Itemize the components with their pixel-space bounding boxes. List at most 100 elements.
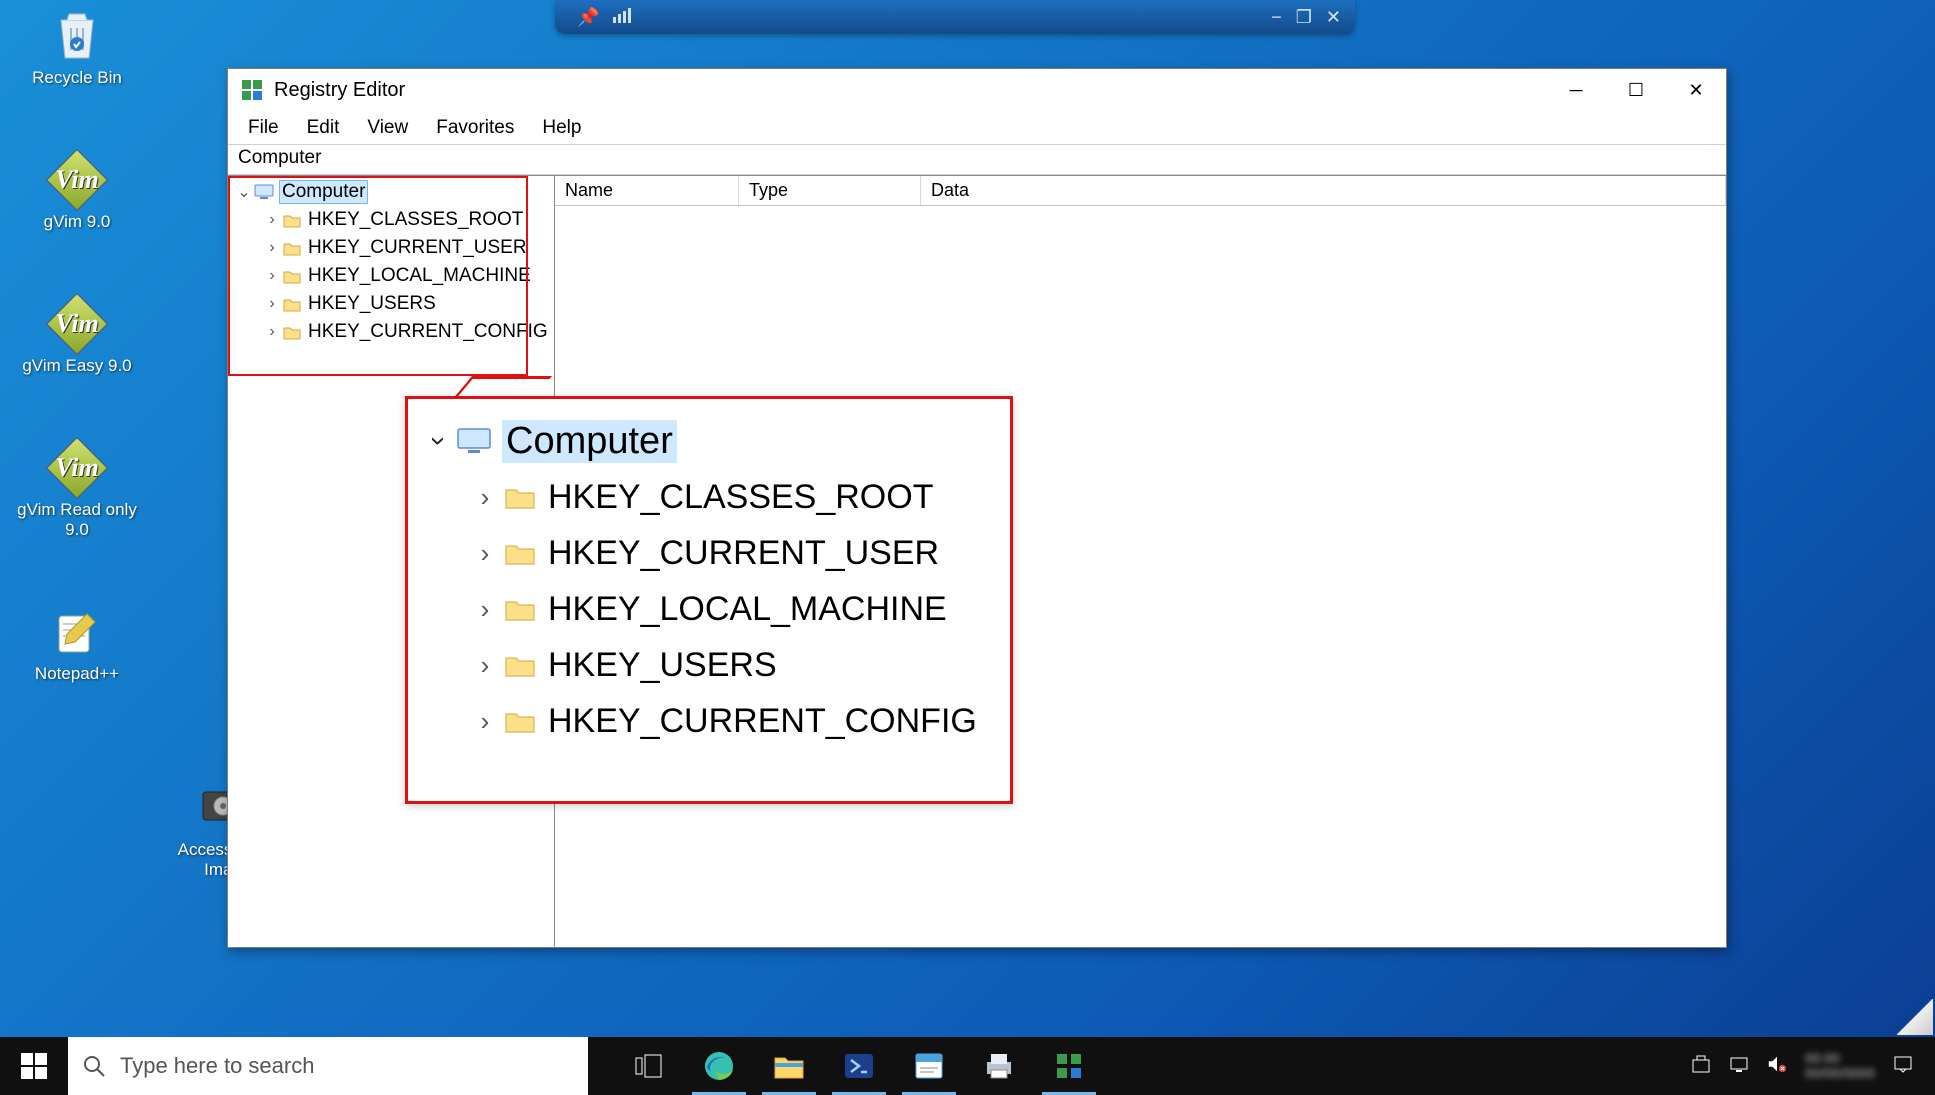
taskbar-app-edge[interactable]: [684, 1037, 754, 1095]
computer-icon: [254, 182, 274, 202]
window-title: Registry Editor: [274, 79, 405, 102]
taskbar-app-explorer[interactable]: [754, 1037, 824, 1095]
regedit-app-icon: [240, 78, 264, 102]
desktop-icon-gvim-easy[interactable]: Vim gVim Easy 9.0: [12, 296, 142, 376]
folder-icon: [282, 238, 302, 258]
start-button[interactable]: [0, 1037, 68, 1095]
values-header: Name Type Data: [555, 176, 1726, 206]
desktop-icon-recycle-bin[interactable]: Recycle Bin: [12, 8, 142, 88]
close-button[interactable]: ✕: [1666, 69, 1726, 111]
callout-node-label: HKEY_CURRENT_USER: [548, 534, 939, 573]
minimize-button[interactable]: ─: [1546, 69, 1606, 111]
remote-session-bar: 📌 − ❐ ✕: [555, 0, 1355, 34]
tree-node-hklm[interactable]: › HKEY_LOCAL_MACHINE: [262, 262, 554, 290]
menu-help[interactable]: Help: [530, 113, 593, 143]
menu-edit[interactable]: Edit: [295, 113, 352, 143]
folder-icon: [502, 538, 538, 568]
tray-volume-icon[interactable]: [1767, 1054, 1787, 1079]
computer-icon: [456, 426, 492, 456]
tray-clock[interactable]: 00:0000/00/0000: [1805, 1051, 1875, 1082]
taskbar-app-printer[interactable]: [964, 1037, 1034, 1095]
tray-notifications-icon[interactable]: [1893, 1054, 1913, 1079]
session-minimize-icon[interactable]: −: [1271, 7, 1282, 28]
recycle-bin-icon: [45, 8, 109, 64]
folder-icon: [502, 706, 538, 736]
folder-icon: [282, 210, 302, 230]
folder-icon: [282, 266, 302, 286]
tray-up-icon[interactable]: [1691, 1054, 1711, 1079]
folder-icon: [282, 294, 302, 314]
desktop-icon-notepadpp[interactable]: Notepad++: [12, 604, 142, 684]
menu-file[interactable]: File: [236, 113, 291, 143]
tree-node-label: HKEY_USERS: [308, 293, 436, 315]
chevron-down-icon[interactable]: ⌄: [234, 182, 254, 202]
chevron-right-icon[interactable]: ›: [262, 323, 282, 341]
desktop-icons: Recycle Bin Vim gVim 9.0 Vim gVim Easy 9…: [12, 8, 142, 684]
tree-node-label: HKEY_LOCAL_MACHINE: [308, 265, 531, 287]
chevron-right-icon: ›: [468, 650, 502, 681]
taskbar-app-wordpad[interactable]: [894, 1037, 964, 1095]
desktop-icon-label: Notepad++: [12, 664, 142, 684]
menu-view[interactable]: View: [355, 113, 420, 143]
desktop-icon-label: Recycle Bin: [12, 68, 142, 88]
chevron-right-icon[interactable]: ›: [262, 267, 282, 285]
system-tray: 00:0000/00/0000: [1691, 1037, 1935, 1095]
callout-node-hkcr: › HKEY_CLASSES_ROOT: [468, 469, 992, 525]
callout-node-label: HKEY_LOCAL_MACHINE: [548, 590, 947, 629]
tree-node-computer[interactable]: ⌄ Computer: [234, 178, 554, 206]
tree-node-hkcu[interactable]: ›HKEY_CURRENT_USER: [262, 234, 554, 262]
tree-node-hku[interactable]: › HKEY_USERS: [262, 290, 554, 318]
callout-node-hkcc: › HKEY_CURRENT_CONFIG: [468, 693, 992, 749]
task-view-button[interactable]: [614, 1037, 684, 1095]
taskbar-app-powershell[interactable]: [824, 1037, 894, 1095]
chevron-right-icon[interactable]: ›: [262, 211, 282, 229]
session-close-icon[interactable]: ✕: [1326, 7, 1341, 28]
menubar: File Edit View Favorites Help: [228, 111, 1726, 145]
column-header-type[interactable]: Type: [739, 176, 921, 205]
chevron-right-icon[interactable]: ›: [262, 295, 282, 313]
menu-favorites[interactable]: Favorites: [424, 113, 526, 143]
tray-display-icon[interactable]: [1729, 1054, 1749, 1079]
desktop-icon-gvim-readonly[interactable]: Vim gVim Read only 9.0: [12, 440, 142, 540]
titlebar[interactable]: Registry Editor ─ ☐ ✕: [228, 69, 1726, 111]
taskbar-apps: [588, 1037, 1104, 1095]
column-header-name[interactable]: Name: [555, 176, 739, 205]
address-text: Computer: [238, 147, 321, 168]
search-icon: [82, 1054, 106, 1078]
gvim-icon: Vim: [45, 152, 109, 208]
chevron-right-icon: ›: [468, 706, 502, 737]
maximize-button[interactable]: ☐: [1606, 69, 1666, 111]
desktop-icon-gvim[interactable]: Vim gVim 9.0: [12, 152, 142, 232]
chevron-down-icon: ›: [423, 424, 455, 458]
chevron-right-icon: ›: [468, 482, 502, 513]
taskbar-search[interactable]: Type here to search: [68, 1037, 588, 1095]
chevron-right-icon[interactable]: ›: [262, 239, 282, 257]
folder-icon: [282, 322, 302, 342]
taskbar-app-regedit[interactable]: [1034, 1037, 1104, 1095]
session-restore-icon[interactable]: ❐: [1296, 7, 1312, 28]
folder-icon: [502, 594, 538, 624]
tree-node-label: Computer: [280, 181, 367, 203]
callout-node-hkcu: › HKEY_CURRENT_USER: [468, 525, 992, 581]
tree-node-label: HKEY_CURRENT_CONFIG: [308, 321, 548, 343]
desktop-icon-label: gVim Read only 9.0: [12, 500, 142, 540]
chevron-right-icon: ›: [468, 538, 502, 569]
address-bar[interactable]: Computer: [228, 145, 1726, 175]
folder-icon: [502, 650, 538, 680]
tree-node-label: HKEY_CLASSES_ROOT: [308, 209, 523, 231]
desktop-icon-label: gVim 9.0: [12, 212, 142, 232]
callout-node-label: HKEY_CURRENT_CONFIG: [548, 702, 977, 741]
search-placeholder: Type here to search: [120, 1053, 314, 1079]
notepadpp-icon: [45, 604, 109, 660]
gvim-easy-icon: Vim: [45, 296, 109, 352]
folder-icon: [502, 482, 538, 512]
pin-icon[interactable]: 📌: [577, 7, 599, 28]
tree-node-hkcc[interactable]: › HKEY_CURRENT_CONFIG: [262, 318, 554, 346]
column-header-data[interactable]: Data: [921, 176, 1726, 205]
signal-icon: [613, 7, 633, 28]
callout-node-label: HKEY_CLASSES_ROOT: [548, 478, 933, 517]
windows-icon: [21, 1053, 47, 1079]
tree-node-hkcr[interactable]: › HKEY_CLASSES_ROOT: [262, 206, 554, 234]
gvim-readonly-icon: Vim: [45, 440, 109, 496]
page-curl-decoration: [1897, 999, 1933, 1035]
